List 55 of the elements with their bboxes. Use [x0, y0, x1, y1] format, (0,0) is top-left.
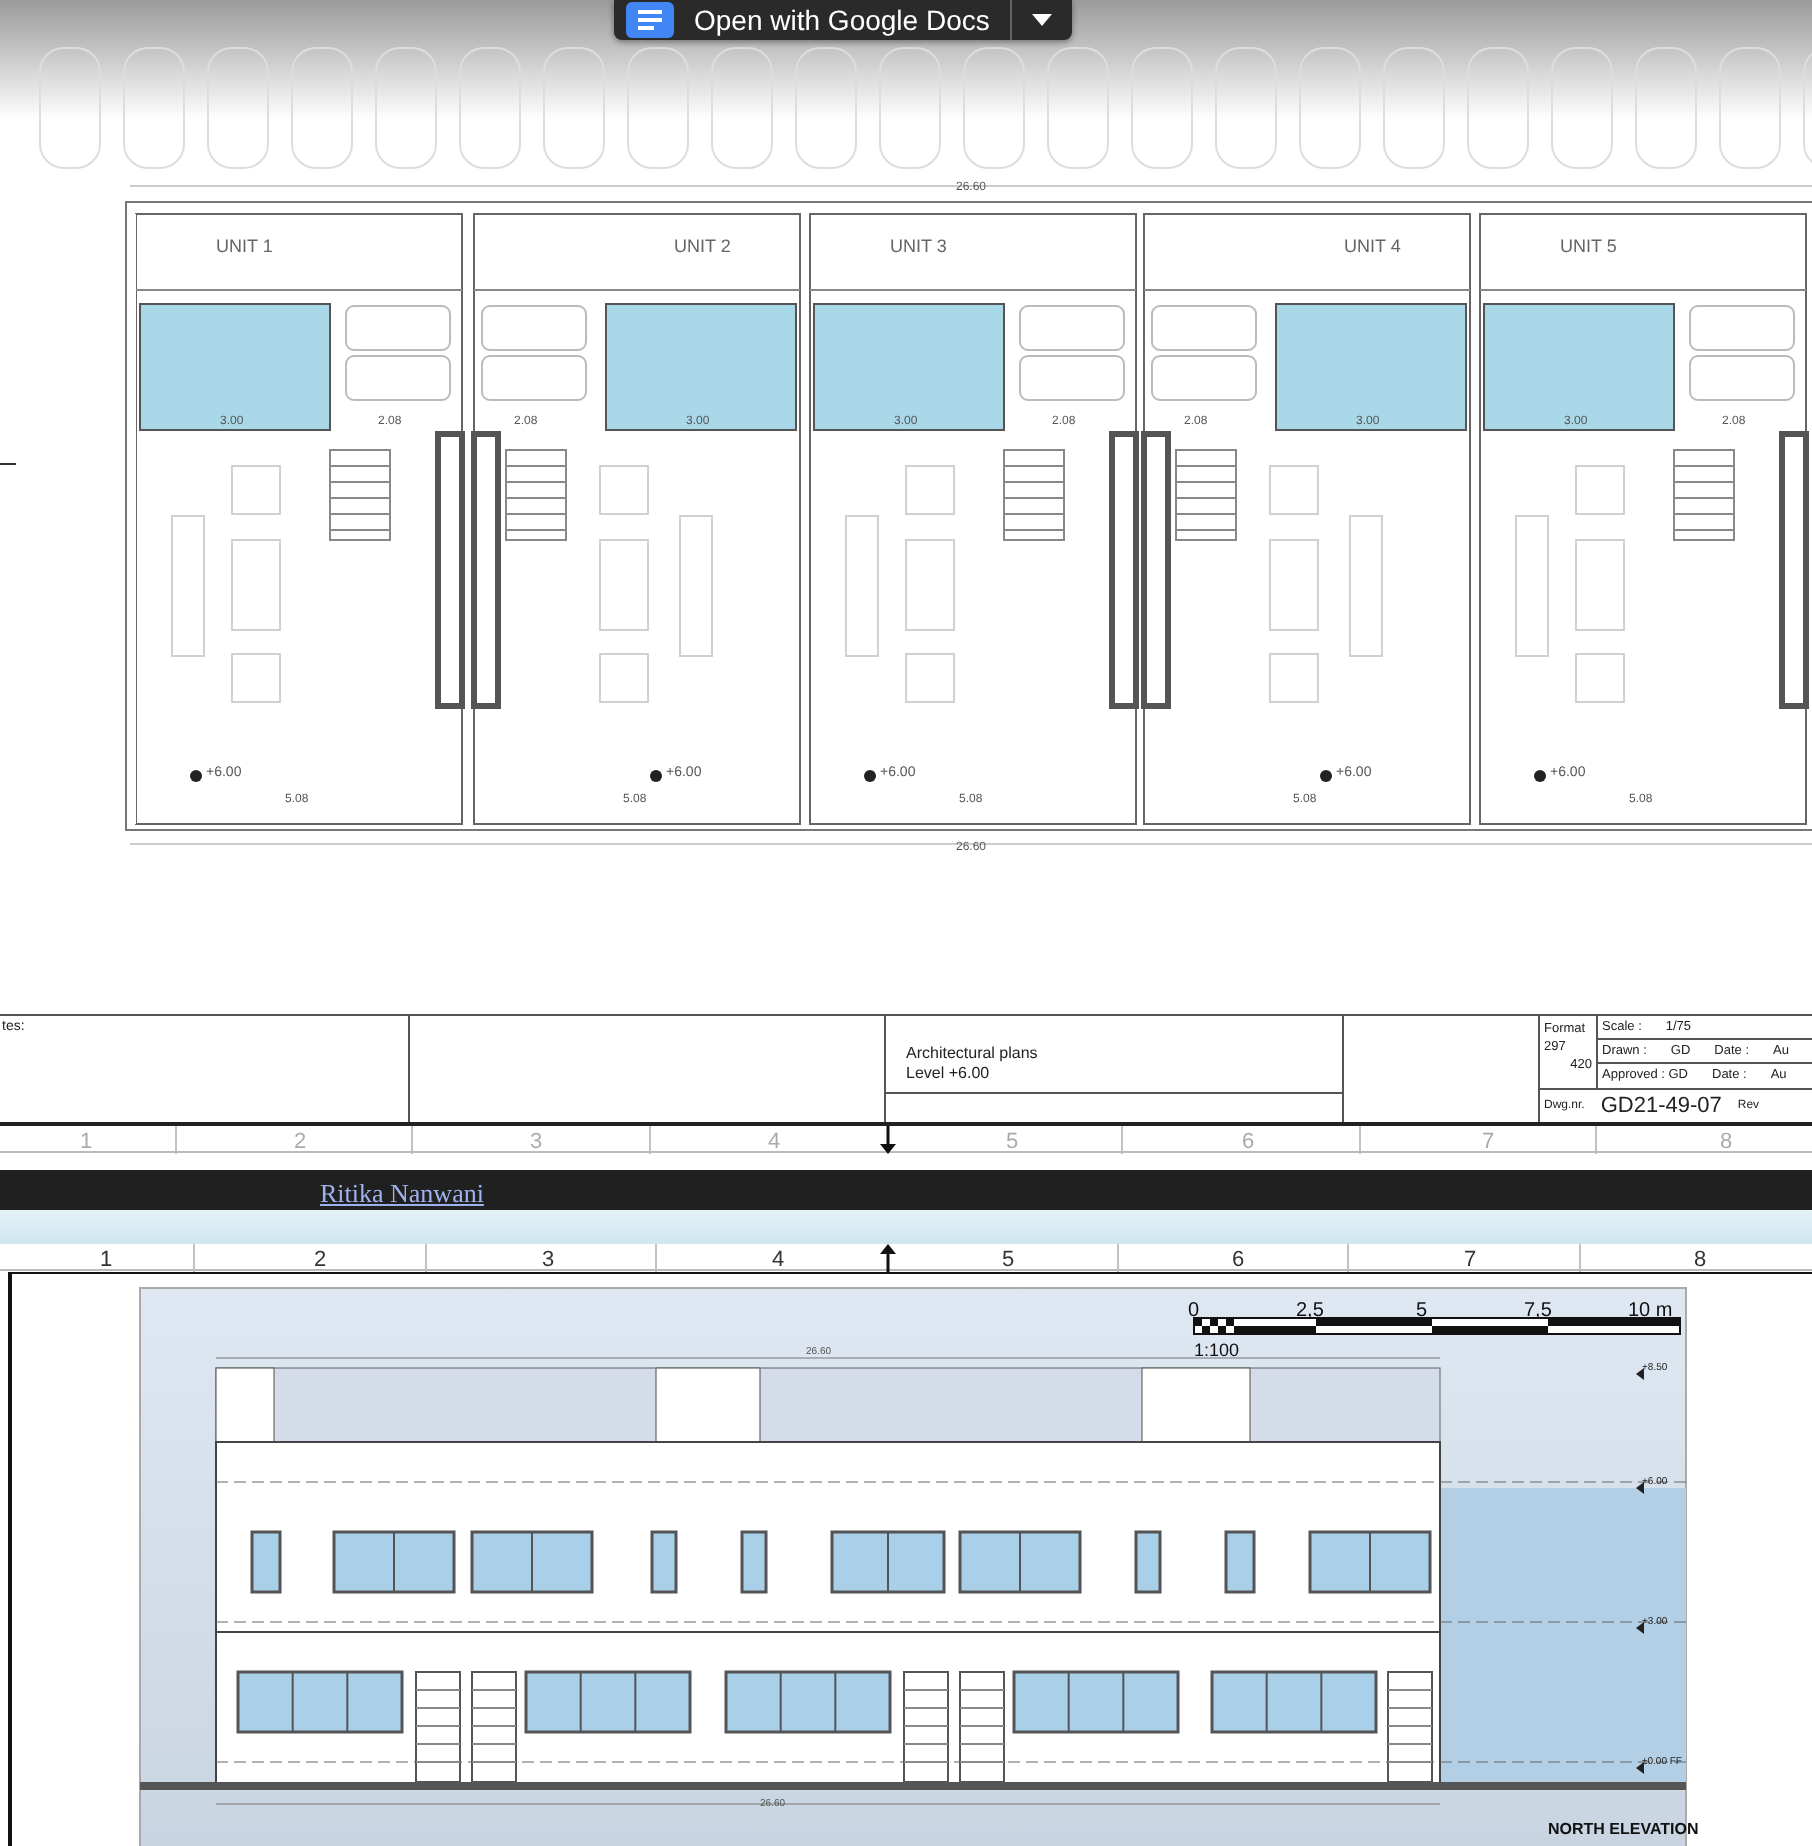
elevation-title: NORTH ELEVATION: [1548, 1820, 1699, 1838]
level-marker-icon: [190, 770, 202, 782]
unit-label: UNIT 1: [216, 236, 273, 256]
grid-number: 1: [100, 1248, 113, 1272]
scale-ratio: 1:100: [1194, 1340, 1240, 1360]
caret-icon: [1031, 14, 1052, 26]
scale-tick-label: 10 m: [1628, 1300, 1673, 1322]
grid-number: 3: [530, 1130, 543, 1154]
car-drawing: [345, 305, 451, 401]
grid-number: 1: [80, 1130, 93, 1154]
level-marker-icon: [1636, 1622, 1644, 1634]
arrow-icon: [880, 1126, 896, 1154]
drawing-title: Architectural plans: [906, 1044, 1040, 1064]
grid-number: 6: [1242, 1130, 1255, 1154]
scale-tick-label: 0: [1188, 1300, 1200, 1322]
unit-label: UNIT 2: [674, 236, 731, 256]
unit-label: UNIT 5: [1560, 236, 1617, 256]
staircase-drawing: [1673, 449, 1735, 541]
car-drawing: [1019, 305, 1125, 401]
document-icon: [626, 2, 674, 38]
level-marker-icon: [1320, 770, 1332, 782]
author-name: Ritika Nanwani: [320, 1176, 484, 1212]
grid-number: 5: [1002, 1248, 1015, 1272]
staircase-drawing: [329, 449, 391, 541]
grid-number: 3: [542, 1248, 555, 1272]
grid-number: 8: [1720, 1130, 1733, 1154]
level-marker-icon: [1636, 1368, 1644, 1380]
grid-number: 7: [1464, 1248, 1477, 1272]
staircase-drawing: [1175, 449, 1237, 541]
level-marker-icon: [650, 770, 662, 782]
car-drawing: [1151, 305, 1257, 401]
level-marker-icon: [864, 770, 876, 782]
level-marker-icon: [1636, 1482, 1644, 1494]
grid-number: 8: [1694, 1248, 1707, 1272]
drawing-level: Level +6.00: [906, 1064, 992, 1084]
scale-tick-label: 7,5: [1524, 1300, 1552, 1322]
arrow-icon: [880, 1244, 896, 1272]
grid-number: 4: [772, 1248, 785, 1272]
unit-label: UNIT 3: [890, 236, 947, 256]
staircase-drawing: [505, 449, 567, 541]
scale-tick-label: 5: [1416, 1300, 1428, 1322]
staircase-drawing: [1003, 449, 1065, 541]
car-drawing: [481, 305, 587, 401]
level-marker-icon: [1636, 1762, 1644, 1774]
grid-number: 7: [1482, 1130, 1495, 1154]
grid-number: 5: [1006, 1130, 1019, 1154]
grid-number: 4: [768, 1130, 781, 1154]
unit-label: UNIT 4: [1344, 236, 1401, 256]
grid-number: 6: [1232, 1248, 1245, 1272]
grid-number: 2: [314, 1248, 327, 1272]
drawing-number: GD21-49-07: [1600, 1093, 1722, 1118]
grid-number: 2: [294, 1130, 307, 1154]
level-marker-icon: [1534, 770, 1546, 782]
car-drawing: [1689, 305, 1795, 401]
scale-tick-label: 2,5: [1296, 1300, 1324, 1322]
